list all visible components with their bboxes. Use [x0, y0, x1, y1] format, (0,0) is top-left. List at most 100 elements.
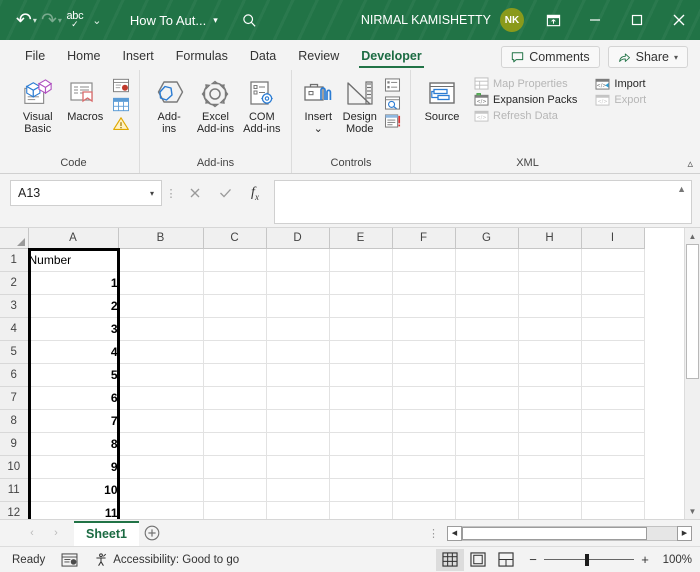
cell-I2[interactable] [581, 271, 645, 295]
insert-control-button[interactable]: Insert ⌄ [298, 74, 339, 139]
record-macro-status-button[interactable] [61, 552, 78, 567]
cell-B3[interactable] [118, 294, 204, 318]
export-button[interactable]: </> Export [592, 92, 649, 107]
cell-A12[interactable]: 11 [28, 501, 119, 519]
cell-C1[interactable] [203, 248, 267, 272]
cell-D7[interactable] [266, 386, 330, 410]
com-add-ins-button[interactable]: COM Add-ins [239, 74, 285, 139]
column-header-i[interactable]: I [581, 228, 645, 249]
cell-H2[interactable] [518, 271, 582, 295]
cell-F7[interactable] [392, 386, 456, 410]
row-header-5[interactable]: 5 [0, 340, 29, 364]
cell-D4[interactable] [266, 317, 330, 341]
row-header-9[interactable]: 9 [0, 432, 29, 456]
cell-H1[interactable] [518, 248, 582, 272]
cell-A8[interactable]: 7 [28, 409, 119, 433]
tab-insert[interactable]: Insert [112, 42, 165, 70]
cell-C3[interactable] [203, 294, 267, 318]
cell-I12[interactable] [581, 501, 645, 519]
cell-B6[interactable] [118, 363, 204, 387]
cell-D6[interactable] [266, 363, 330, 387]
cell-H5[interactable] [518, 340, 582, 364]
zoom-out-button[interactable]: − [526, 552, 540, 567]
row-header-10[interactable]: 10 [0, 455, 29, 479]
select-all-button[interactable] [0, 228, 29, 249]
cell-I11[interactable] [581, 478, 645, 502]
cell-E2[interactable] [329, 271, 393, 295]
cell-A4[interactable]: 3 [28, 317, 119, 341]
cell-I1[interactable] [581, 248, 645, 272]
cancel-formula-button[interactable] [180, 180, 210, 206]
column-header-d[interactable]: D [266, 228, 330, 249]
cell-H8[interactable] [518, 409, 582, 433]
import-button[interactable]: </> Import [592, 76, 649, 91]
tab-file[interactable]: File [14, 42, 56, 70]
cell-H7[interactable] [518, 386, 582, 410]
zoom-slider[interactable] [544, 553, 634, 566]
sheet-tab-sheet1[interactable]: Sheet1 [74, 520, 139, 546]
cell-B4[interactable] [118, 317, 204, 341]
cell-F2[interactable] [392, 271, 456, 295]
column-header-f[interactable]: F [392, 228, 456, 249]
cell-B1[interactable] [118, 248, 204, 272]
search-button[interactable] [242, 13, 257, 28]
cell-F9[interactable] [392, 432, 456, 456]
collapse-ribbon-button[interactable]: ▵ [687, 157, 693, 170]
customize-quick-access-toolbar-button[interactable]: ⌄ [86, 7, 108, 33]
excel-add-ins-button[interactable]: Excel Add-ins [192, 74, 238, 139]
view-code-button[interactable] [383, 95, 402, 111]
column-header-a[interactable]: A [28, 228, 119, 249]
zoom-in-button[interactable]: + [638, 552, 652, 567]
document-title[interactable]: How To Aut... ▾ [130, 13, 218, 28]
use-relative-references-button[interactable] [111, 96, 131, 113]
record-macro-button[interactable] [111, 77, 131, 94]
expansion-packs-button[interactable]: </> Expansion Packs [471, 92, 580, 107]
cell-I5[interactable] [581, 340, 645, 364]
cell-I4[interactable] [581, 317, 645, 341]
cell-F1[interactable] [392, 248, 456, 272]
horizontal-scroll-track[interactable] [462, 525, 677, 541]
cell-F11[interactable] [392, 478, 456, 502]
cell-F3[interactable] [392, 294, 456, 318]
tab-data[interactable]: Data [239, 42, 287, 70]
formula-input[interactable]: ▲ [274, 180, 692, 224]
cell-C4[interactable] [203, 317, 267, 341]
refresh-data-button[interactable]: </> Refresh Data [471, 108, 580, 123]
cell-D12[interactable] [266, 501, 330, 519]
properties-button[interactable] [383, 77, 402, 93]
cell-C9[interactable] [203, 432, 267, 456]
previous-sheet-button[interactable]: ‹ [20, 527, 44, 539]
cell-C5[interactable] [203, 340, 267, 364]
cell-H11[interactable] [518, 478, 582, 502]
cell-E12[interactable] [329, 501, 393, 519]
cell-G3[interactable] [455, 294, 519, 318]
run-dialog-button[interactable] [383, 113, 402, 129]
avatar[interactable]: NK [500, 8, 524, 32]
cell-B7[interactable] [118, 386, 204, 410]
cell-A10[interactable]: 9 [28, 455, 119, 479]
cell-D11[interactable] [266, 478, 330, 502]
cell-B2[interactable] [118, 271, 204, 295]
cell-C8[interactable] [203, 409, 267, 433]
page-break-preview-button[interactable] [492, 549, 520, 571]
cell-E8[interactable] [329, 409, 393, 433]
cell-C2[interactable] [203, 271, 267, 295]
cell-I6[interactable] [581, 363, 645, 387]
cell-E11[interactable] [329, 478, 393, 502]
cell-E5[interactable] [329, 340, 393, 364]
cell-A3[interactable]: 2 [28, 294, 119, 318]
cell-A9[interactable]: 8 [28, 432, 119, 456]
row-header-8[interactable]: 8 [0, 409, 29, 433]
row-header-7[interactable]: 7 [0, 386, 29, 410]
cell-E9[interactable] [329, 432, 393, 456]
tab-home[interactable]: Home [56, 42, 111, 70]
comments-button[interactable]: Comments [501, 46, 600, 68]
cell-D8[interactable] [266, 409, 330, 433]
vertical-scroll-track[interactable] [684, 244, 700, 503]
cell-D10[interactable] [266, 455, 330, 479]
cell-A11[interactable]: 10 [28, 478, 119, 502]
column-header-h[interactable]: H [518, 228, 582, 249]
cell-G4[interactable] [455, 317, 519, 341]
page-layout-view-button[interactable] [464, 549, 492, 571]
cell-B5[interactable] [118, 340, 204, 364]
